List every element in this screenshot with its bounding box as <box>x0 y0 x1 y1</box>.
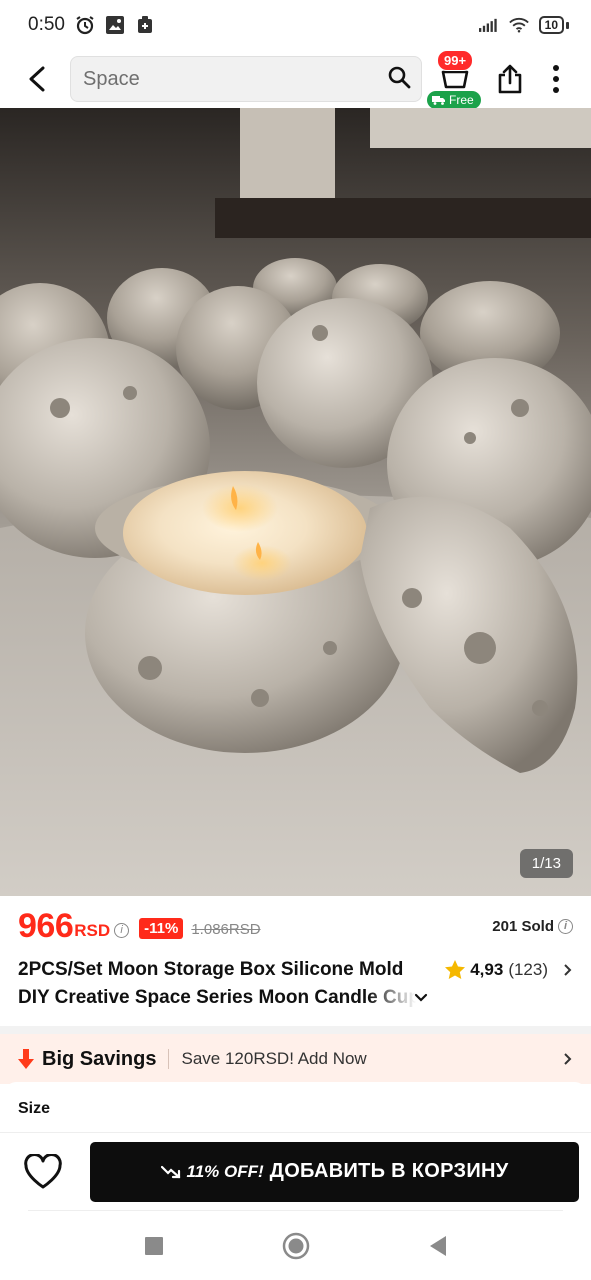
wifi-icon <box>508 15 529 35</box>
big-savings-title: Big Savings <box>42 1047 157 1070</box>
add-to-cart-discount: 11% OFF! <box>186 1161 264 1181</box>
free-shipping-badge: Free <box>427 91 481 109</box>
add-to-cart-label: ДОБАВИТЬ В КОРЗИНУ <box>269 1160 509 1182</box>
price-row: 966 RSD i -11% 1.086RSD 201 Sold i <box>0 896 591 956</box>
section-divider <box>0 1026 591 1034</box>
sold-count: 201 Sold i <box>492 918 573 935</box>
free-shipping-label: Free <box>449 93 474 107</box>
image-counter: 1/13 <box>519 849 573 878</box>
bottom-action-bar: 11% OFF! ДОБАВИТЬ В КОРЗИНУ <box>0 1132 591 1210</box>
system-back-button[interactable] <box>422 1230 454 1262</box>
rating-count: (123) <box>508 960 548 979</box>
app-notification-icon <box>135 15 155 35</box>
status-time: 0:50 <box>28 14 65 35</box>
sold-info-icon[interactable]: i <box>558 918 573 934</box>
savings-text: Save 120RSD! Add Now <box>181 1049 367 1068</box>
chevron-right-icon <box>564 964 572 976</box>
star-icon <box>445 960 466 979</box>
original-price: 1.086RSD <box>191 920 261 938</box>
wishlist-button[interactable] <box>20 1149 66 1195</box>
chevron-down-icon <box>414 993 428 1002</box>
image-notification-icon <box>105 15 125 35</box>
search-icon[interactable] <box>387 65 411 94</box>
recents-button[interactable] <box>138 1230 170 1262</box>
share-icon <box>498 64 522 94</box>
product-title-line2: DIY Creative Space Series Moon Candle Cu… <box>18 987 420 1008</box>
trend-down-icon <box>160 1165 180 1178</box>
search-input[interactable] <box>83 67 387 91</box>
product-photo <box>0 108 591 896</box>
price-info-icon[interactable]: i <box>114 922 130 938</box>
alarm-icon <box>75 15 95 35</box>
heart-icon <box>24 1153 62 1188</box>
title-row: 2PCS/Set Moon Storage Box Silicone Mold … <box>0 956 591 1026</box>
more-vertical-icon <box>553 65 559 93</box>
size-section[interactable]: Size <box>6 1082 585 1132</box>
price-currency: RSD <box>74 921 111 940</box>
savings-divider <box>168 1049 170 1069</box>
discount-badge: -11% <box>139 917 184 939</box>
square-icon <box>144 1236 163 1255</box>
product-image[interactable]: 1/13 <box>0 108 591 896</box>
cart-button[interactable]: 99+ Free <box>425 50 485 109</box>
big-savings-bar[interactable]: Big Savings Save 120RSD! Add Now <box>0 1034 591 1084</box>
add-to-cart-button[interactable]: 11% OFF! ДОБАВИТЬ В КОРЗИНУ <box>90 1141 579 1202</box>
size-label: Size <box>18 1100 51 1117</box>
down-arrow-icon <box>18 1049 34 1069</box>
back-button[interactable] <box>12 54 62 104</box>
back-arrow-icon <box>29 66 45 92</box>
rating-summary[interactable]: 4,93 (123) <box>445 956 573 1026</box>
signal-icon <box>478 15 499 35</box>
expand-title-button[interactable] <box>368 984 428 1012</box>
rating-value: 4,93 <box>470 960 504 979</box>
triangle-back-icon <box>429 1235 446 1256</box>
more-options-button[interactable] <box>541 54 571 104</box>
price-amount: 966 <box>18 906 74 945</box>
share-button[interactable] <box>487 54 533 104</box>
product-title-line1: 2PCS/Set Moon Storage Box Silicone Mold <box>18 959 404 980</box>
home-button[interactable] <box>280 1230 312 1262</box>
home-circle-icon <box>282 1232 309 1259</box>
system-nav-bar <box>0 1211 591 1280</box>
product-title[interactable]: 2PCS/Set Moon Storage Box Silicone Mold … <box>18 956 428 1012</box>
sold-label: 201 Sold <box>492 917 554 935</box>
chevron-right-icon <box>564 1053 572 1065</box>
top-nav: 99+ Free <box>0 50 591 109</box>
search-box[interactable] <box>70 56 422 102</box>
status-bar: 0:50 10 <box>0 0 591 50</box>
battery-icon: 10 <box>538 16 569 34</box>
truck-icon <box>432 96 445 105</box>
cart-count-badge: 99+ <box>437 50 474 71</box>
